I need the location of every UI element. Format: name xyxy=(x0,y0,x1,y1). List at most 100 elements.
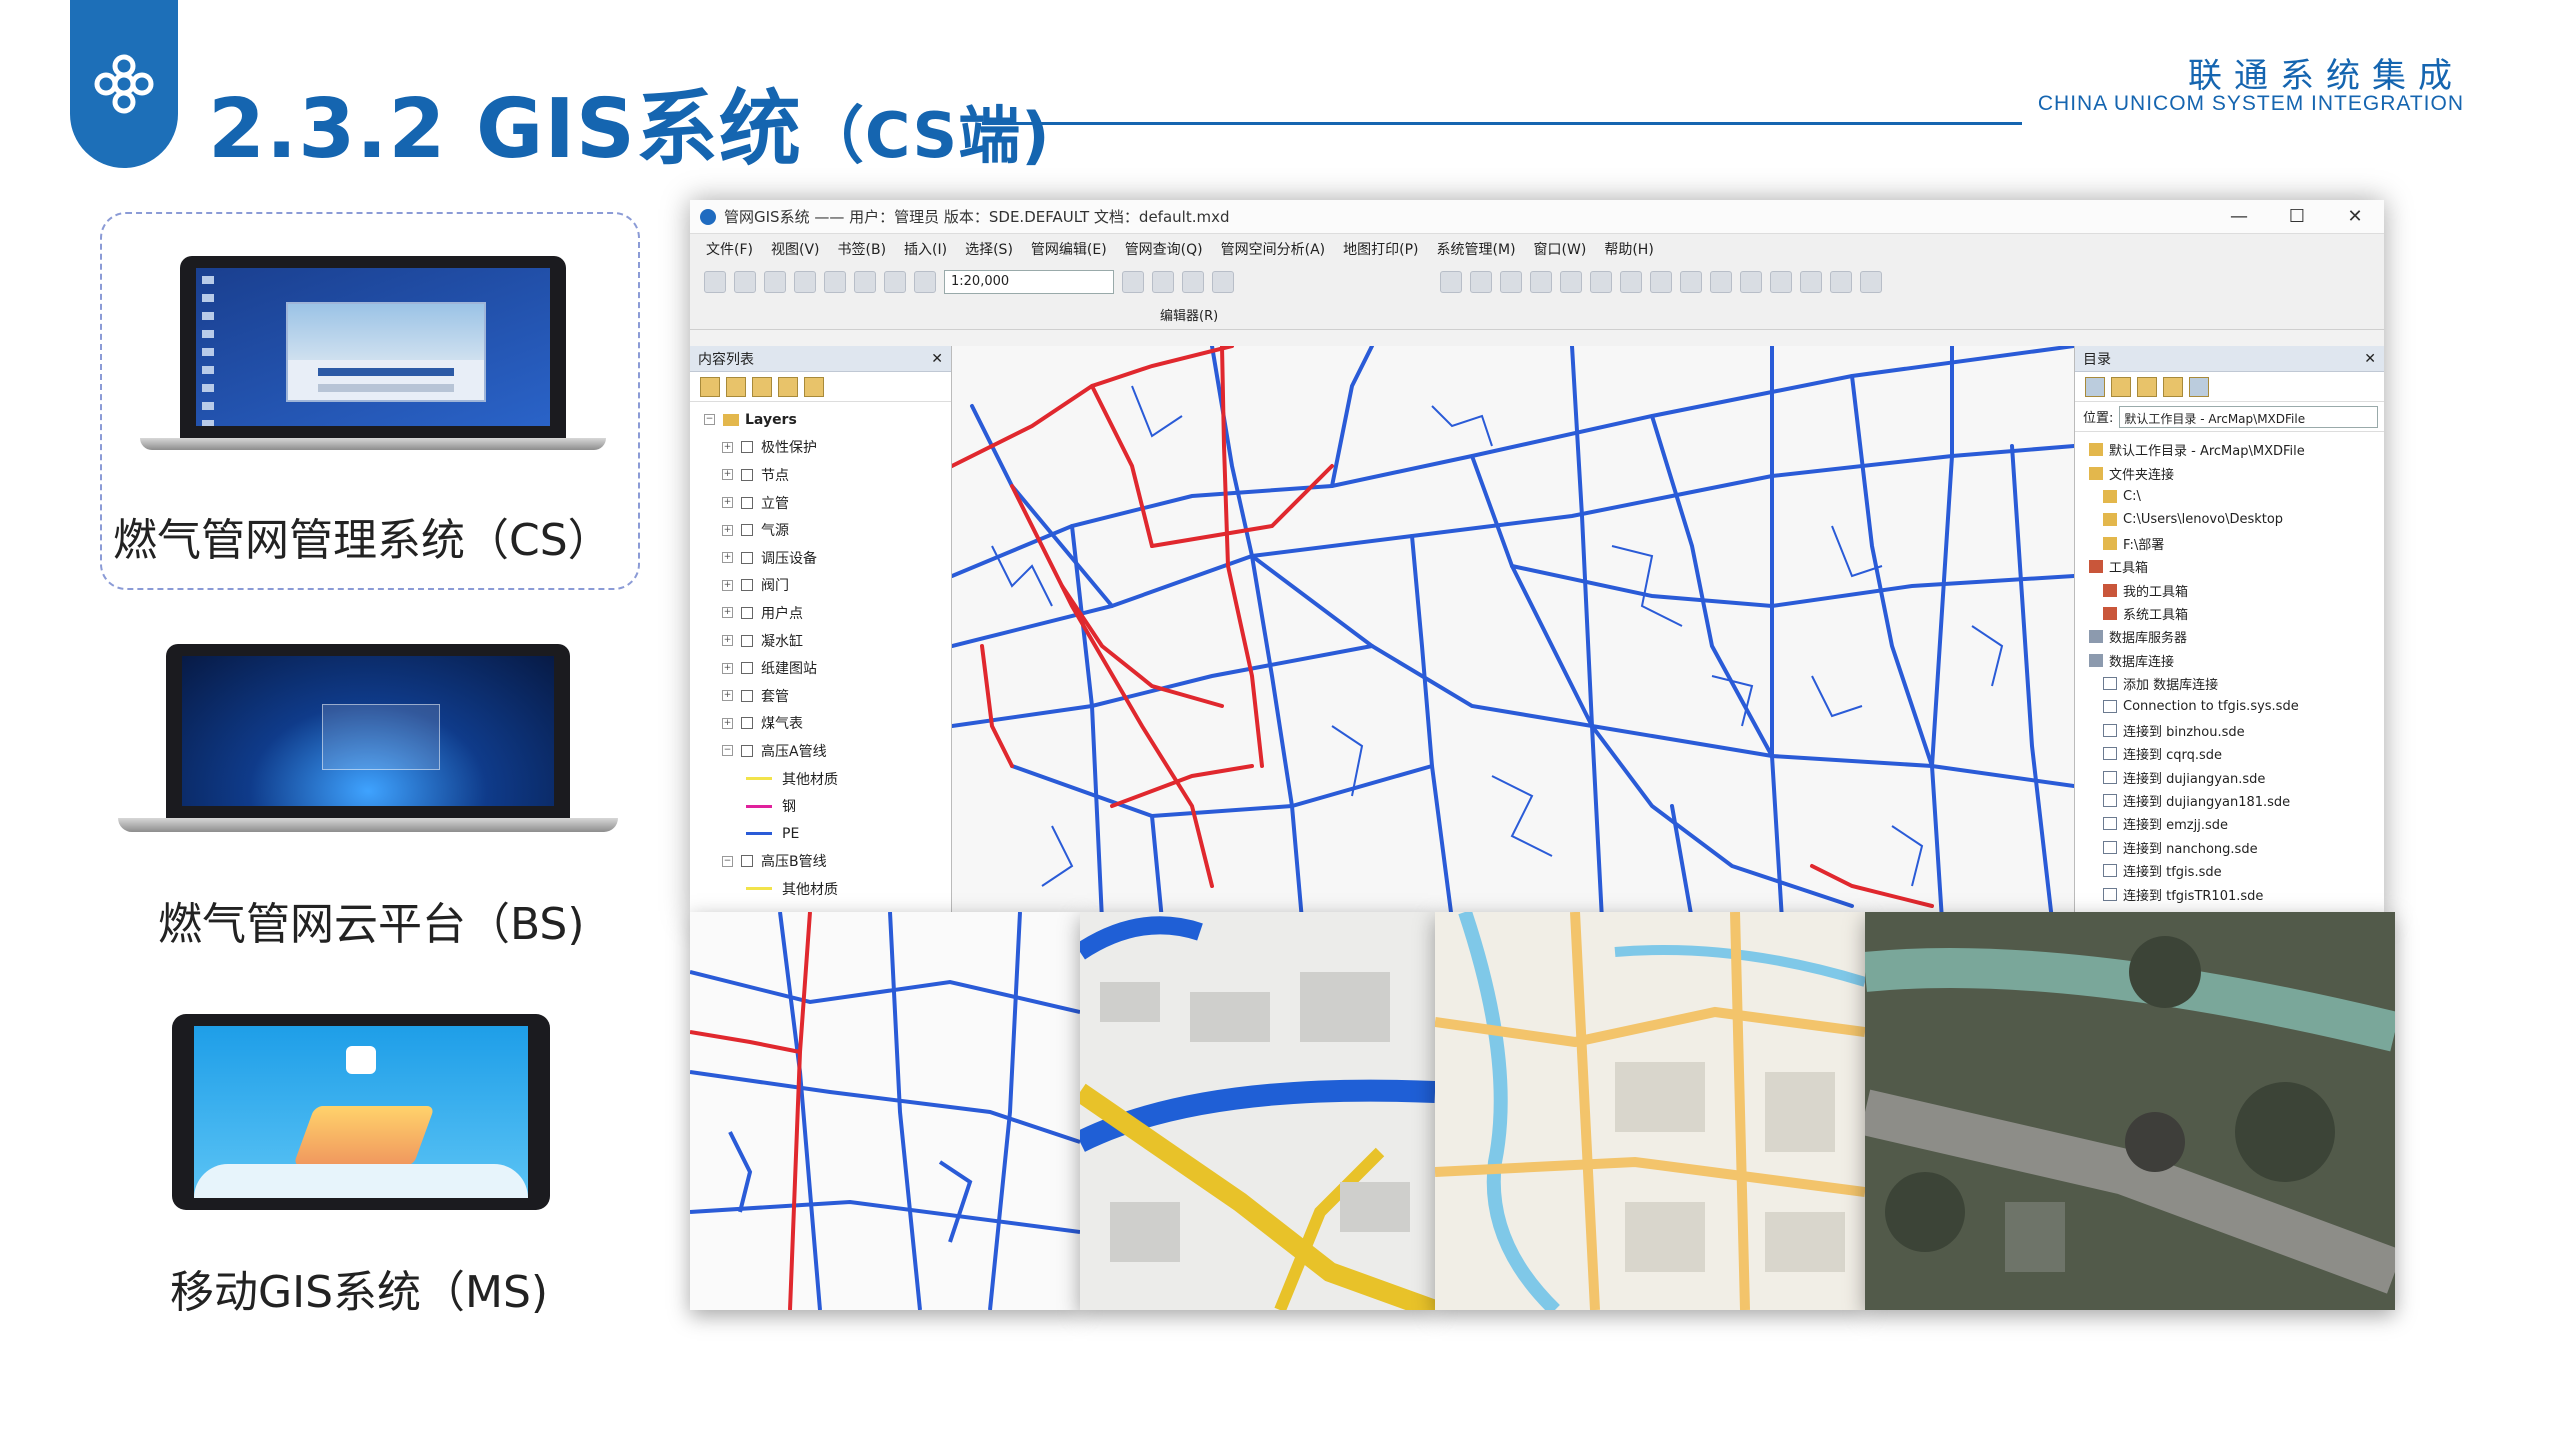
measure-icon[interactable] xyxy=(1770,271,1792,293)
menu-selection[interactable]: 选择(S) xyxy=(965,239,1013,259)
catalog-close-icon[interactable]: ✕ xyxy=(2364,351,2376,367)
add-data-icon[interactable] xyxy=(914,271,936,293)
select-elements-icon[interactable] xyxy=(1680,271,1702,293)
menu-bookmarks[interactable]: 书签(B) xyxy=(838,239,887,259)
catalog-item[interactable]: 连接到 dujiangyan181.sde xyxy=(2075,789,2384,812)
toc-close-icon[interactable]: ✕ xyxy=(931,351,943,367)
catalog-item-label: 连接到 binzhou.sde xyxy=(2123,724,2245,740)
fixed-zoom-icon[interactable] xyxy=(1560,271,1582,293)
time-slider-icon[interactable] xyxy=(1860,271,1882,293)
catalog-item-label: 连接到 cqrq.sde xyxy=(2123,748,2223,764)
catalog-item[interactable]: 连接到 dujiangyan.sde xyxy=(2075,765,2384,788)
layer-item[interactable]: + 凝水缸 xyxy=(704,627,951,655)
layer-item[interactable]: + 立管 xyxy=(704,489,951,517)
map-scale-input[interactable]: 1:20,000 xyxy=(944,270,1114,294)
catalog-item[interactable]: C:\Users\lenovo\Desktop xyxy=(2075,508,2384,531)
catalog-item[interactable]: 连接到 tfgisTR101.sde xyxy=(2075,882,2384,905)
zoom-in-icon[interactable] xyxy=(1440,271,1462,293)
search-window-icon[interactable] xyxy=(1212,271,1234,293)
menu-view[interactable]: 视图(V) xyxy=(771,239,820,259)
catalog-item[interactable]: 工具箱 xyxy=(2075,555,2384,578)
hyperlink-icon[interactable] xyxy=(1740,271,1762,293)
open-icon[interactable] xyxy=(734,271,756,293)
find-icon[interactable] xyxy=(1800,271,1822,293)
zoom-out-icon[interactable] xyxy=(1470,271,1492,293)
list-by-selection-icon[interactable] xyxy=(778,376,798,397)
ms-tablet-screen xyxy=(194,1026,528,1198)
menu-pipe-query[interactable]: 管网查询(Q) xyxy=(1125,239,1203,259)
back-icon[interactable] xyxy=(2085,376,2105,397)
go-to-xy-icon[interactable] xyxy=(1830,271,1852,293)
toc-window-icon[interactable] xyxy=(1152,271,1174,293)
catalog-item[interactable]: 默认工作目录 - ArcMap\MXDFile xyxy=(2075,438,2384,461)
back-icon[interactable] xyxy=(1590,271,1612,293)
layer-item[interactable]: + 套管 xyxy=(704,682,951,710)
vector-map-thumbnail-svg xyxy=(1435,912,1865,1310)
close-button[interactable]: ✕ xyxy=(2326,206,2384,227)
catalog-item[interactable]: 连接到 binzhou.sde xyxy=(2075,719,2384,742)
menu-insert[interactable]: 插入(I) xyxy=(904,239,947,259)
catalog-item[interactable]: 连接到 cqrq.sde xyxy=(2075,742,2384,765)
views-icon[interactable] xyxy=(2189,376,2209,397)
toc-tools xyxy=(690,372,951,402)
options-icon[interactable] xyxy=(804,376,824,397)
full-extent-icon[interactable] xyxy=(1530,271,1552,293)
catalog-window-icon[interactable] xyxy=(1182,271,1204,293)
select-features-icon[interactable] xyxy=(1650,271,1672,293)
menu-pipe-edit[interactable]: 管网编辑(E) xyxy=(1031,239,1107,259)
menu-help[interactable]: 帮助(H) xyxy=(1604,239,1653,259)
layer-item[interactable]: + 纸建图站 xyxy=(704,654,951,682)
conn-icon xyxy=(2103,770,2117,784)
layer-group-b[interactable]: − 高压B管线 xyxy=(704,848,951,876)
pan-icon[interactable] xyxy=(1500,271,1522,293)
layer-group-a[interactable]: − 高压A管线 xyxy=(704,737,951,765)
catalog-item[interactable]: 系统工具箱 xyxy=(2075,602,2384,625)
catalog-item[interactable]: Connection to tfgis.sys.sde xyxy=(2075,695,2384,718)
catalog-item[interactable]: 添加 数据库连接 xyxy=(2075,672,2384,695)
connect-folder-icon[interactable] xyxy=(2163,376,2183,397)
minimize-button[interactable]: — xyxy=(2210,206,2268,227)
editor-menu[interactable]: 编辑器(R) xyxy=(1160,305,1218,324)
copy-icon[interactable] xyxy=(854,271,876,293)
catalog-item[interactable]: F:\部署 xyxy=(2075,532,2384,555)
menu-window[interactable]: 窗口(W) xyxy=(1534,239,1587,259)
save-icon[interactable] xyxy=(764,271,786,293)
cut-icon[interactable] xyxy=(824,271,846,293)
menu-map-print[interactable]: 地图打印(P) xyxy=(1343,239,1418,259)
brand-name-en: CHINA UNICOM SYSTEM INTEGRATION xyxy=(2037,92,2464,115)
pipe-network-map[interactable] xyxy=(950,344,2076,920)
layer-item[interactable]: + 用户点 xyxy=(704,599,951,627)
catalog-item[interactable]: 连接到 tfgis.sde xyxy=(2075,859,2384,882)
editor-toolbar-icon[interactable] xyxy=(1122,271,1144,293)
layer-item[interactable]: + 煤气表 xyxy=(704,710,951,738)
new-icon[interactable] xyxy=(704,271,726,293)
menu-system[interactable]: 系统管理(M) xyxy=(1437,239,1516,259)
catalog-item[interactable]: 我的工具箱 xyxy=(2075,578,2384,601)
catalog-item[interactable]: 连接到 nanchong.sde xyxy=(2075,836,2384,859)
catalog-item[interactable]: C:\ xyxy=(2075,485,2384,508)
menu-spatial-analysis[interactable]: 管网空间分析(A) xyxy=(1221,239,1326,259)
layer-root[interactable]: − Layers xyxy=(704,406,951,434)
list-by-visibility-icon[interactable] xyxy=(752,376,772,397)
forward-icon[interactable] xyxy=(1620,271,1642,293)
home-icon[interactable] xyxy=(2137,376,2157,397)
up-level-icon[interactable] xyxy=(2111,376,2131,397)
location-input[interactable]: 默认工作目录 - ArcMap\MXDFile xyxy=(2119,405,2378,428)
catalog-item[interactable]: 数据库服务器 xyxy=(2075,625,2384,648)
layer-item[interactable]: + 阀门 xyxy=(704,572,951,600)
layer-item[interactable]: + 极性保护 xyxy=(704,434,951,462)
layer-item[interactable]: + 调压设备 xyxy=(704,544,951,572)
undo-icon[interactable] xyxy=(884,271,906,293)
identify-icon[interactable] xyxy=(1710,271,1732,293)
list-by-source-icon[interactable] xyxy=(726,376,746,397)
layer-item[interactable]: + 气源 xyxy=(704,516,951,544)
maximize-button[interactable]: ☐ xyxy=(2268,206,2326,227)
catalog-item[interactable]: 数据库连接 xyxy=(2075,649,2384,672)
catalog-item[interactable]: 连接到 emzjj.sde xyxy=(2075,812,2384,835)
print-icon[interactable] xyxy=(794,271,816,293)
map-view[interactable] xyxy=(950,344,2076,920)
menu-file[interactable]: 文件(F) xyxy=(706,239,753,259)
layer-item[interactable]: + 节点 xyxy=(704,461,951,489)
catalog-item[interactable]: 文件夹连接 xyxy=(2075,461,2384,484)
list-by-drawing-order-icon[interactable] xyxy=(700,376,720,397)
